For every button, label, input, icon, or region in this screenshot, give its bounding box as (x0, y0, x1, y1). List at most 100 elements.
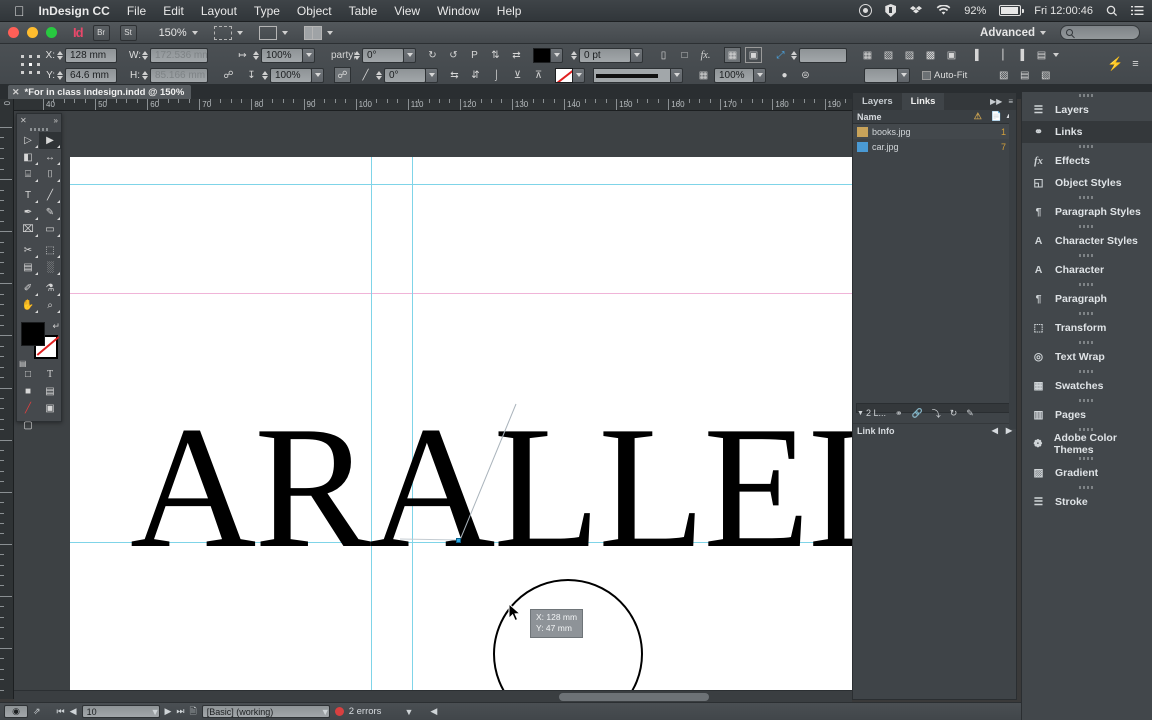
frame-fitting-icon[interactable]: ▣ (745, 47, 762, 63)
fill-color-dropdown[interactable] (550, 47, 563, 63)
direct-selection-tool[interactable]: ▶ (39, 132, 61, 149)
flip-v-button[interactable]: ⇵ (467, 67, 484, 83)
error-count-label[interactable]: 2 errors (349, 706, 382, 717)
close-icon[interactable]: ✕ (20, 116, 27, 125)
tab-links[interactable]: Links (901, 93, 945, 110)
menu-table[interactable]: Table (349, 4, 378, 18)
align-stroke-icon[interactable]: ▯ (655, 47, 672, 63)
shear-stepper[interactable] (376, 70, 382, 80)
record-circle-icon[interactable] (859, 4, 873, 17)
vertical-ruler[interactable]: 0 (0, 99, 14, 699)
normal-view-mode-icon[interactable]: ▣ (39, 400, 61, 417)
dock-group-grip[interactable] (1022, 455, 1152, 462)
fill-stroke-control[interactable]: ↵ ▤ (19, 321, 61, 368)
zoom-tool[interactable]: ⌕ (39, 297, 61, 314)
menu-window[interactable]: Window (437, 4, 480, 18)
align-right-edges-icon[interactable]: ▐ (1012, 47, 1029, 63)
fit-content-to-frame-icon[interactable]: ▨ (901, 47, 918, 63)
zoom-level-dropdown[interactable]: 150% (159, 27, 198, 39)
quick-apply-icon[interactable]: ⚡ (1107, 56, 1124, 72)
stroke-style-preview[interactable] (593, 67, 671, 83)
links-panel[interactable]: Layers Links ▶▶ ≡ Name ⚠ 📄 ▲ books.jpg 1 c… (852, 92, 1017, 700)
hand-tool[interactable]: ✋ (17, 297, 39, 314)
first-page-icon[interactable]: ⏮ (57, 706, 65, 717)
menu-object[interactable]: Object (297, 4, 332, 18)
opacity-dropdown[interactable] (753, 67, 766, 83)
swap-fill-stroke-icon[interactable]: ↵ (52, 321, 60, 332)
stroke-weight-stepper[interactable] (571, 50, 577, 60)
gap-tool[interactable]: ↔ (39, 149, 61, 166)
flip-h-button[interactable]: ⇆ (446, 67, 463, 83)
dock-group-grip[interactable] (1022, 397, 1152, 404)
next-page-icon[interactable]: ▶ (165, 706, 172, 717)
document-tab[interactable]: ✕ *For in class indesign.indd @ 150% (8, 85, 192, 99)
link-page-number[interactable]: 1 (1001, 127, 1006, 137)
line-tool[interactable]: ╱ (39, 187, 61, 204)
dock-item-layers[interactable]: ☰ Layers (1022, 99, 1152, 121)
fill-frame-proportionally-icon[interactable]: ▧ (880, 47, 897, 63)
preview-mode-icon[interactable]: ▢ (17, 417, 39, 434)
rectangle-tool[interactable]: ▭ (39, 221, 61, 238)
stroke-color-swatch[interactable] (555, 67, 573, 83)
master-page-icon[interactable]: 🗎 (190, 704, 197, 720)
link-page-number[interactable]: 7 (1001, 142, 1006, 152)
go-to-link-icon[interactable]: 🔗 (912, 408, 923, 419)
dock-group-grip[interactable] (1022, 484, 1152, 491)
gradient-swatch-tool[interactable]: ▤ (17, 259, 39, 276)
links-vertical-scrollbar[interactable] (1009, 110, 1016, 429)
content-placer-tool[interactable]: ⌷ (39, 166, 61, 183)
dock-item-effects[interactable]: fx Effects (1022, 150, 1152, 172)
dock-group-grip[interactable] (1022, 339, 1152, 346)
document-canvas[interactable]: ARALLEL X: 128 mm Y: 47 mm (14, 111, 852, 699)
link-row[interactable]: books.jpg 1 (853, 124, 1016, 139)
apply-gradient-icon[interactable]: ▤ (39, 383, 61, 400)
scale-x-input[interactable]: 100% (261, 47, 303, 63)
wifi-icon[interactable] (936, 5, 951, 16)
links-column-name[interactable]: Name (857, 112, 882, 122)
h-stepper[interactable] (142, 70, 148, 80)
frame-fitting-preset[interactable] (864, 67, 898, 83)
links-count[interactable]: ▼ 2 L... (857, 408, 886, 418)
gradient-feather-tool[interactable]: ░ (39, 259, 61, 276)
clock[interactable]: Fri 12:00:46 (1034, 5, 1093, 17)
apple-icon[interactable]:  (14, 4, 25, 18)
x-stepper[interactable] (57, 50, 63, 60)
search-input[interactable] (1060, 25, 1140, 40)
frame-tool[interactable]: ⌧ (17, 221, 39, 238)
tools-panel[interactable]: ✕ » ▷ ▶ ◧ ↔ ⌸ ⌷ T ╱ ✒ ✎ ⌧ ▭ ✂ ⬚ ▤ ░ ✐ ⚗ ✋ ⌕ ↵ ▤ □ T ■ ▤ ╱ ▣… (16, 113, 62, 431)
fit-content-proportionally-icon[interactable]: ▦ (859, 47, 876, 63)
flip-vertical-icon[interactable]: ⇄ (508, 47, 525, 63)
page-number-dropdown[interactable]: ▼ (151, 707, 160, 717)
minimize-window-button[interactable] (27, 27, 38, 38)
dock-item-transform[interactable]: ⬚ Transform (1022, 317, 1152, 339)
dock-item-character[interactable]: A Character (1022, 259, 1152, 281)
dock-item-paragraph[interactable]: ¶ Paragraph (1022, 288, 1152, 310)
content-collector-tool[interactable]: ⌸ (17, 166, 39, 183)
dock-group-grip[interactable] (1022, 92, 1152, 99)
rotate-cw-icon[interactable]: ↻ (424, 47, 441, 63)
opacity-input[interactable]: 100% (714, 67, 754, 83)
dock-item-stroke[interactable]: ☰ Stroke (1022, 491, 1152, 513)
fx-icon[interactable]: fx. (697, 47, 714, 63)
formatting-affects-text-icon[interactable]: T (39, 366, 61, 383)
flip-horizontal-icon[interactable]: ⇅ (487, 47, 504, 63)
dock-group-grip[interactable] (1022, 143, 1152, 150)
dock-item-gradient[interactable]: ▨ Gradient (1022, 462, 1152, 484)
rotation-stepper[interactable] (354, 50, 360, 60)
panel-menu-icon[interactable]: ≡ (1127, 56, 1144, 72)
align-top-edges-icon[interactable]: ▨ (995, 67, 1012, 83)
dock-item-pages[interactable]: ▥ Pages (1022, 404, 1152, 426)
links-list[interactable]: books.jpg 1 car.jpg 7 (853, 124, 1016, 154)
w-stepper[interactable] (142, 50, 148, 60)
preflight-icon[interactable]: ◉ (4, 705, 28, 718)
y-stepper[interactable] (57, 70, 63, 80)
apply-color-icon[interactable]: ■ (17, 383, 39, 400)
x-position-input[interactable]: 128 mm (65, 47, 117, 63)
preflight-profile-input[interactable]: [Basic] (working) (201, 705, 330, 718)
stroke-weight-dropdown[interactable] (630, 47, 643, 63)
shield-icon[interactable] (885, 4, 897, 17)
selection-tool[interactable]: ▷ (17, 132, 39, 149)
update-link-icon[interactable]: ⤵ (932, 407, 941, 420)
fill-color-swatch[interactable] (533, 47, 551, 63)
object-size-stepper[interactable] (791, 50, 797, 60)
